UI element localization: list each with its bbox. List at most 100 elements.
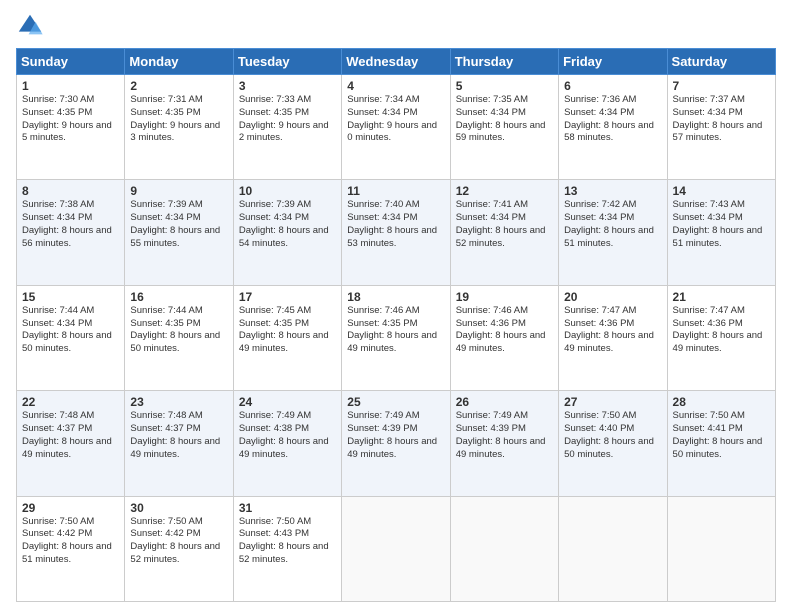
day-info: Sunrise: 7:49 AM Sunset: 4:38 PM Dayligh… [239, 410, 336, 461]
calendar-cell: 24 Sunrise: 7:49 AM Sunset: 4:38 PM Dayl… [233, 391, 341, 496]
sunrise-label: Sunrise: 7:50 AM [22, 516, 94, 527]
day-info: Sunrise: 7:33 AM Sunset: 4:35 PM Dayligh… [239, 94, 336, 145]
daylight-label: Daylight: 8 hours and 51 minutes. [564, 225, 654, 249]
calendar-cell: 5 Sunrise: 7:35 AM Sunset: 4:34 PM Dayli… [450, 75, 558, 180]
calendar-cell: 16 Sunrise: 7:44 AM Sunset: 4:35 PM Dayl… [125, 285, 233, 390]
sunset-label: Sunset: 4:34 PM [456, 212, 526, 223]
daylight-label: Daylight: 8 hours and 49 minutes. [456, 436, 546, 460]
calendar-day-header: Sunday [17, 49, 125, 75]
day-number: 2 [130, 79, 227, 93]
day-number: 9 [130, 184, 227, 198]
sunrise-label: Sunrise: 7:44 AM [22, 305, 94, 316]
day-info: Sunrise: 7:50 AM Sunset: 4:41 PM Dayligh… [673, 410, 770, 461]
calendar-cell: 10 Sunrise: 7:39 AM Sunset: 4:34 PM Dayl… [233, 180, 341, 285]
day-number: 20 [564, 290, 661, 304]
day-number: 8 [22, 184, 119, 198]
calendar-cell: 22 Sunrise: 7:48 AM Sunset: 4:37 PM Dayl… [17, 391, 125, 496]
calendar-cell: 12 Sunrise: 7:41 AM Sunset: 4:34 PM Dayl… [450, 180, 558, 285]
sunrise-label: Sunrise: 7:46 AM [456, 305, 528, 316]
day-info: Sunrise: 7:46 AM Sunset: 4:35 PM Dayligh… [347, 305, 444, 356]
day-number: 23 [130, 395, 227, 409]
daylight-label: Daylight: 8 hours and 49 minutes. [673, 330, 763, 354]
day-info: Sunrise: 7:37 AM Sunset: 4:34 PM Dayligh… [673, 94, 770, 145]
daylight-label: Daylight: 8 hours and 53 minutes. [347, 225, 437, 249]
daylight-label: Daylight: 8 hours and 49 minutes. [347, 330, 437, 354]
sunset-label: Sunset: 4:41 PM [673, 423, 743, 434]
calendar-cell: 21 Sunrise: 7:47 AM Sunset: 4:36 PM Dayl… [667, 285, 775, 390]
calendar-cell: 11 Sunrise: 7:40 AM Sunset: 4:34 PM Dayl… [342, 180, 450, 285]
day-number: 13 [564, 184, 661, 198]
daylight-label: Daylight: 8 hours and 55 minutes. [130, 225, 220, 249]
daylight-label: Daylight: 8 hours and 57 minutes. [673, 120, 763, 144]
day-info: Sunrise: 7:34 AM Sunset: 4:34 PM Dayligh… [347, 94, 444, 145]
calendar-cell: 26 Sunrise: 7:49 AM Sunset: 4:39 PM Dayl… [450, 391, 558, 496]
day-number: 25 [347, 395, 444, 409]
day-info: Sunrise: 7:50 AM Sunset: 4:42 PM Dayligh… [130, 516, 227, 567]
calendar-cell: 9 Sunrise: 7:39 AM Sunset: 4:34 PM Dayli… [125, 180, 233, 285]
sunrise-label: Sunrise: 7:37 AM [673, 94, 745, 105]
sunrise-label: Sunrise: 7:38 AM [22, 199, 94, 210]
sunrise-label: Sunrise: 7:48 AM [22, 410, 94, 421]
sunrise-label: Sunrise: 7:50 AM [673, 410, 745, 421]
sunset-label: Sunset: 4:34 PM [564, 107, 634, 118]
sunrise-label: Sunrise: 7:46 AM [347, 305, 419, 316]
daylight-label: Daylight: 8 hours and 51 minutes. [673, 225, 763, 249]
calendar-day-header: Thursday [450, 49, 558, 75]
sunrise-label: Sunrise: 7:33 AM [239, 94, 311, 105]
calendar-cell: 14 Sunrise: 7:43 AM Sunset: 4:34 PM Dayl… [667, 180, 775, 285]
day-info: Sunrise: 7:44 AM Sunset: 4:35 PM Dayligh… [130, 305, 227, 356]
calendar-day-header: Tuesday [233, 49, 341, 75]
sunset-label: Sunset: 4:35 PM [239, 318, 309, 329]
day-info: Sunrise: 7:43 AM Sunset: 4:34 PM Dayligh… [673, 199, 770, 250]
calendar-cell: 4 Sunrise: 7:34 AM Sunset: 4:34 PM Dayli… [342, 75, 450, 180]
sunrise-label: Sunrise: 7:42 AM [564, 199, 636, 210]
sunrise-label: Sunrise: 7:43 AM [673, 199, 745, 210]
daylight-label: Daylight: 8 hours and 50 minutes. [22, 330, 112, 354]
calendar-cell: 19 Sunrise: 7:46 AM Sunset: 4:36 PM Dayl… [450, 285, 558, 390]
day-number: 12 [456, 184, 553, 198]
daylight-label: Daylight: 8 hours and 52 minutes. [239, 541, 329, 565]
day-info: Sunrise: 7:48 AM Sunset: 4:37 PM Dayligh… [130, 410, 227, 461]
daylight-label: Daylight: 9 hours and 2 minutes. [239, 120, 329, 144]
daylight-label: Daylight: 8 hours and 50 minutes. [130, 330, 220, 354]
sunset-label: Sunset: 4:34 PM [130, 212, 200, 223]
calendar-cell: 28 Sunrise: 7:50 AM Sunset: 4:41 PM Dayl… [667, 391, 775, 496]
sunrise-label: Sunrise: 7:49 AM [347, 410, 419, 421]
day-number: 22 [22, 395, 119, 409]
sunset-label: Sunset: 4:36 PM [456, 318, 526, 329]
day-info: Sunrise: 7:35 AM Sunset: 4:34 PM Dayligh… [456, 94, 553, 145]
sunrise-label: Sunrise: 7:30 AM [22, 94, 94, 105]
calendar-cell: 1 Sunrise: 7:30 AM Sunset: 4:35 PM Dayli… [17, 75, 125, 180]
day-number: 29 [22, 501, 119, 515]
calendar-cell [342, 496, 450, 601]
day-number: 7 [673, 79, 770, 93]
calendar-cell [559, 496, 667, 601]
day-number: 24 [239, 395, 336, 409]
calendar-cell: 25 Sunrise: 7:49 AM Sunset: 4:39 PM Dayl… [342, 391, 450, 496]
day-number: 30 [130, 501, 227, 515]
sunset-label: Sunset: 4:35 PM [130, 107, 200, 118]
daylight-label: Daylight: 8 hours and 52 minutes. [130, 541, 220, 565]
sunset-label: Sunset: 4:36 PM [564, 318, 634, 329]
sunrise-label: Sunrise: 7:34 AM [347, 94, 419, 105]
day-number: 10 [239, 184, 336, 198]
daylight-label: Daylight: 8 hours and 51 minutes. [22, 541, 112, 565]
daylight-label: Daylight: 8 hours and 49 minutes. [239, 330, 329, 354]
daylight-label: Daylight: 8 hours and 49 minutes. [130, 436, 220, 460]
header [16, 12, 776, 40]
sunrise-label: Sunrise: 7:50 AM [239, 516, 311, 527]
calendar-cell: 29 Sunrise: 7:50 AM Sunset: 4:42 PM Dayl… [17, 496, 125, 601]
sunrise-label: Sunrise: 7:31 AM [130, 94, 202, 105]
sunset-label: Sunset: 4:36 PM [673, 318, 743, 329]
day-info: Sunrise: 7:47 AM Sunset: 4:36 PM Dayligh… [673, 305, 770, 356]
sunset-label: Sunset: 4:34 PM [564, 212, 634, 223]
sunrise-label: Sunrise: 7:50 AM [564, 410, 636, 421]
daylight-label: Daylight: 8 hours and 50 minutes. [673, 436, 763, 460]
day-info: Sunrise: 7:48 AM Sunset: 4:37 PM Dayligh… [22, 410, 119, 461]
sunrise-label: Sunrise: 7:47 AM [673, 305, 745, 316]
day-info: Sunrise: 7:40 AM Sunset: 4:34 PM Dayligh… [347, 199, 444, 250]
sunset-label: Sunset: 4:34 PM [239, 212, 309, 223]
day-number: 11 [347, 184, 444, 198]
calendar-cell: 27 Sunrise: 7:50 AM Sunset: 4:40 PM Dayl… [559, 391, 667, 496]
day-info: Sunrise: 7:36 AM Sunset: 4:34 PM Dayligh… [564, 94, 661, 145]
